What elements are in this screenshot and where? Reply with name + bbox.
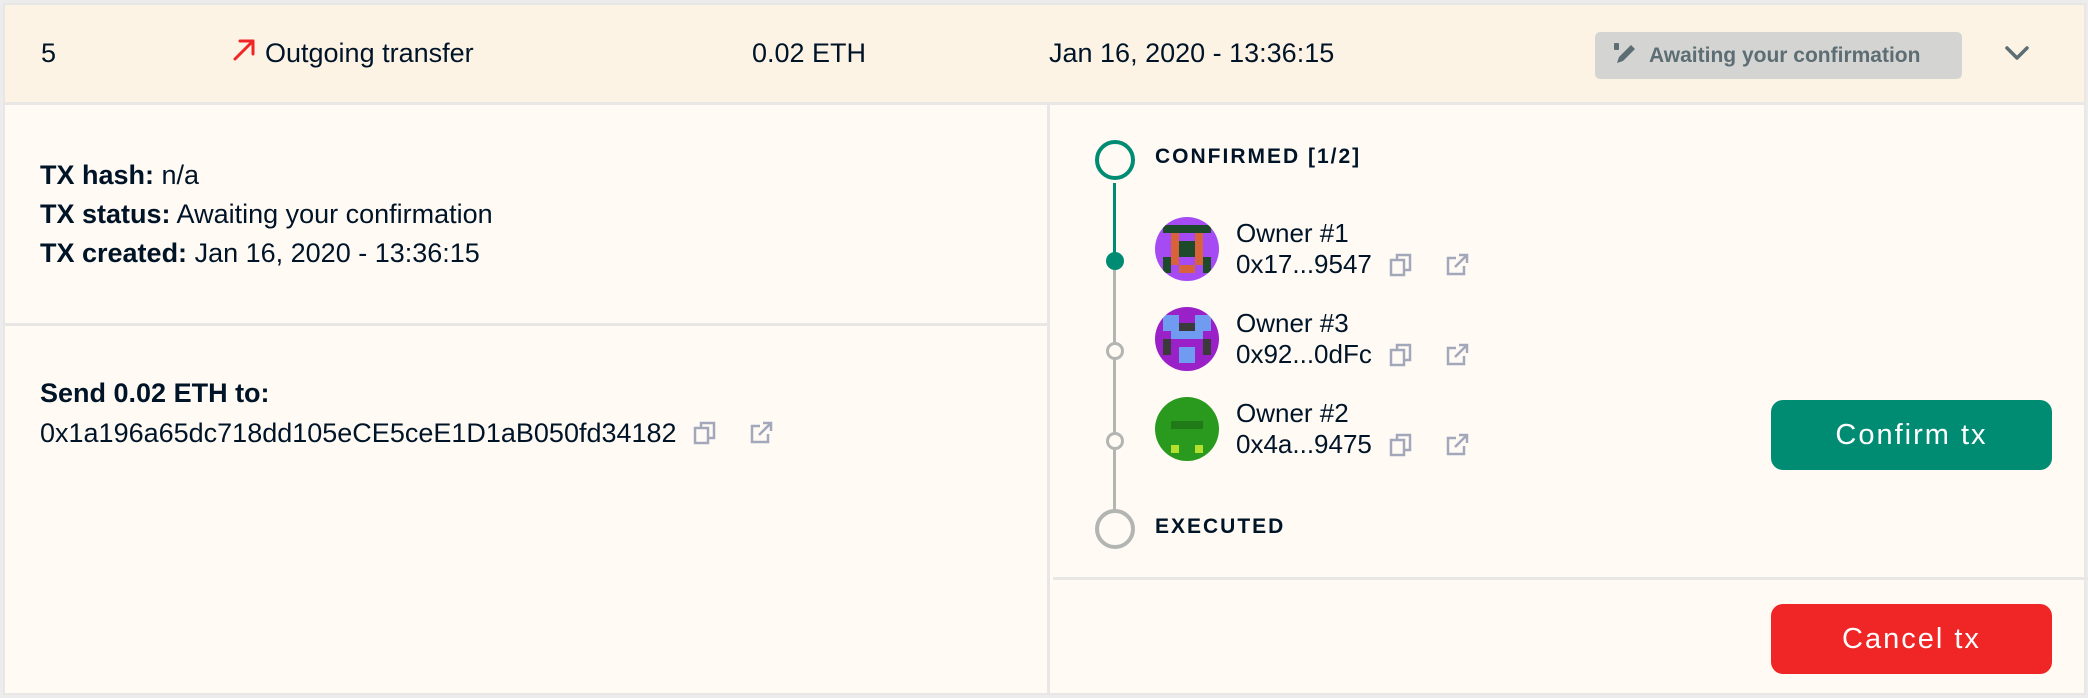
external-link-icon[interactable]	[1442, 250, 1472, 280]
cancel-tx-button[interactable]: Cancel tx	[1771, 604, 2052, 674]
owner-1-status-dot	[1106, 252, 1124, 270]
owner-address-line: 0x4a...9475	[1236, 429, 1472, 460]
tx-type-label: Outgoing transfer	[265, 38, 474, 68]
owner-address: 0x17...9547	[1236, 249, 1372, 279]
avatar	[1155, 307, 1219, 371]
tx-nonce: 5	[41, 38, 57, 68]
owner-item: Owner #2 0x4a...9475	[1155, 397, 1472, 461]
external-link-icon[interactable]	[1442, 340, 1472, 370]
tx-status-line: TX status: Awaiting your confirmation	[40, 195, 1047, 234]
tx-info: TX hash: n/a TX status: Awaiting your co…	[5, 105, 1047, 326]
owner-address-line: 0x17...9547	[1236, 249, 1472, 280]
transaction-row[interactable]: 5 Outgoing transfer 0.02 ETH Jan 16, 202…	[5, 5, 2084, 105]
tx-details: TX hash: n/a TX status: Awaiting your co…	[5, 105, 1050, 695]
external-link-icon[interactable]	[1442, 430, 1472, 460]
copy-icon[interactable]	[1386, 250, 1416, 280]
send-info: Send 0.02 ETH to: 0x1a196a65dc718dd105eC…	[40, 374, 776, 453]
owner-name: Owner #1	[1236, 218, 1349, 248]
confirm-tx-button[interactable]: Confirm tx	[1771, 400, 2052, 470]
status-badge: Awaiting your confirmation	[1595, 32, 1962, 79]
copy-icon[interactable]	[1386, 430, 1416, 460]
confirmation-timeline: CONFIRMED [1/2] Owner #1 0x17...9547 Own…	[1053, 105, 2088, 695]
divider	[1053, 577, 2088, 580]
copy-icon[interactable]	[1386, 340, 1416, 370]
owner-name: Owner #2	[1236, 398, 1349, 428]
owner-3-status-dot	[1106, 342, 1124, 360]
tx-created-value: Jan 16, 2020 - 13:36:15	[194, 238, 480, 268]
owner-address: 0x92...0dFc	[1236, 339, 1372, 369]
recipient-address-line: 0x1a196a65dc718dd105eCE5ceE1D1aB050fd341…	[40, 413, 776, 453]
chevron-down-icon[interactable]	[2002, 41, 2032, 65]
owner-address: 0x4a...9475	[1236, 429, 1372, 459]
tx-created-label: TX created:	[40, 238, 188, 268]
tx-date: Jan 16, 2020 - 13:36:15	[1049, 38, 1335, 68]
tx-hash-label: TX hash:	[40, 160, 155, 190]
executed-step-label: EXECUTED	[1155, 515, 1286, 538]
executed-step-circle	[1095, 509, 1135, 549]
send-title: Send 0.02 ETH to:	[40, 378, 270, 408]
tx-amount: 0.02 ETH	[752, 38, 867, 68]
owner-name: Owner #3	[1236, 308, 1349, 338]
tx-type: Outgoing transfer	[231, 38, 474, 69]
owner-2-status-dot	[1106, 432, 1124, 450]
status-badge-label: Awaiting your confirmation	[1649, 43, 1921, 67]
avatar	[1155, 397, 1219, 461]
tx-created-line: TX created: Jan 16, 2020 - 13:36:15	[40, 234, 1047, 273]
owner-address-line: 0x92...0dFc	[1236, 339, 1472, 370]
tx-status-label: TX status:	[40, 199, 171, 229]
pencil-icon	[1611, 39, 1639, 73]
tx-status-value: Awaiting your confirmation	[176, 199, 493, 229]
recipient-address: 0x1a196a65dc718dd105eCE5ceE1D1aB050fd341…	[40, 418, 677, 448]
transaction-panel: 5 Outgoing transfer 0.02 ETH Jan 16, 202…	[3, 3, 2088, 695]
confirmed-step-circle	[1095, 140, 1135, 180]
outgoing-arrow-icon	[231, 35, 257, 69]
tx-hash-line: TX hash: n/a	[40, 156, 1047, 195]
tx-hash-value: n/a	[161, 160, 200, 190]
copy-icon[interactable]	[690, 418, 720, 448]
external-link-icon[interactable]	[746, 418, 776, 448]
owner-item: Owner #3 0x92...0dFc	[1155, 307, 1472, 371]
owner-item: Owner #1 0x17...9547	[1155, 217, 1472, 281]
confirmed-step-label: CONFIRMED [1/2]	[1155, 145, 1362, 168]
avatar	[1155, 217, 1219, 281]
timeline-line-confirmed	[1113, 183, 1116, 261]
